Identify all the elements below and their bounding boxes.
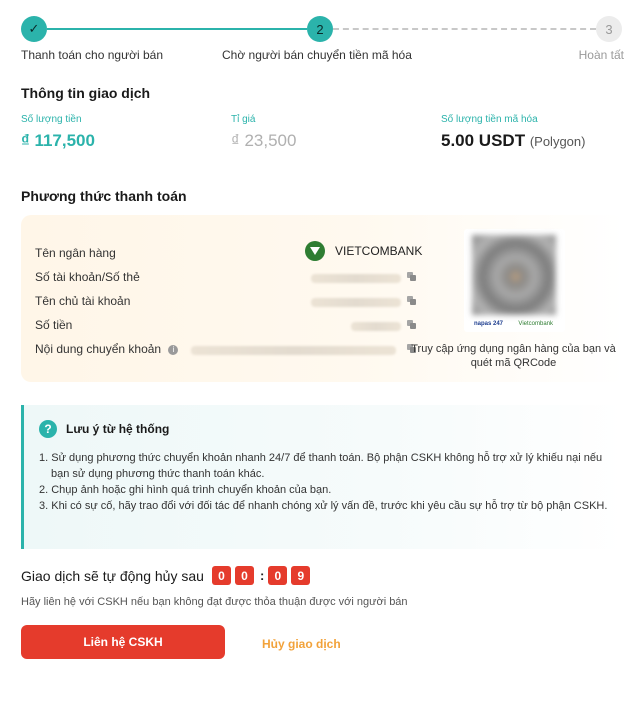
- step-1-check-icon: ✓: [21, 16, 47, 42]
- stepper-line-complete: [47, 28, 307, 30]
- copy-amount-icon[interactable]: [407, 320, 416, 329]
- transfer-content-value-redacted: [191, 346, 396, 355]
- contact-support-note: Hãy liên hệ với CSKH nếu bạn không đạt đ…: [21, 596, 408, 608]
- napas-logo: napas 247: [474, 321, 504, 327]
- account-holder-label: Tên chủ tài khoản: [35, 294, 131, 308]
- account-holder-value-redacted: [311, 298, 401, 307]
- notice-item: 2. Chụp ảnh hoặc ghi hình quá trình chuy…: [39, 484, 332, 496]
- rate-value: ₫ 23,500: [231, 131, 297, 150]
- account-number-value-redacted: [311, 274, 401, 283]
- countdown-separator: :: [259, 568, 265, 583]
- crypto-amount-label: Số lượng tiền mã hóa: [441, 114, 538, 125]
- vietcombank-mini-logo: Vietcombank: [518, 321, 553, 327]
- payment-qr-code: napas 247 Vietcombank: [464, 229, 565, 332]
- qr-code-image: [472, 235, 556, 315]
- step-2-label: Chờ người bán chuyển tiền mã hóa: [222, 48, 412, 62]
- notice-title: Lưu ý từ hệ thống: [66, 422, 170, 436]
- countdown-label: Giao dịch sẽ tự động hủy sau: [21, 567, 204, 584]
- account-number-label: Số tài khoản/Số thẻ: [35, 270, 140, 284]
- amount-block: Số lượng tiền ₫ 117,500: [21, 114, 95, 151]
- step-2-indicator: 2: [307, 16, 333, 42]
- payment-method-title: Phương thức thanh toán: [21, 188, 187, 204]
- progress-stepper: ✓ 2 3 Thanh toán cho người bán Chờ người…: [0, 14, 643, 66]
- notice-item: 3. Khi có sự cố, hãy trao đổi với đối tá…: [39, 500, 608, 512]
- cancel-transaction-link[interactable]: Hủy giao dịch: [262, 637, 341, 651]
- transfer-content-text: Nội dung chuyển khoản: [35, 342, 162, 356]
- notice-list: 1. Sử dụng phương thức chuyển khoản nhan…: [39, 450, 619, 514]
- transaction-info-title: Thông tin giao dịch: [21, 85, 151, 101]
- info-icon[interactable]: i: [168, 344, 179, 355]
- crypto-network: (Polygon): [529, 134, 586, 149]
- crypto-amount-block: Số lượng tiền mã hóa 5.00 USDT (Polygon): [441, 114, 585, 151]
- transfer-amount-label: Số tiền: [35, 318, 73, 332]
- amount-label: Số lượng tiền: [21, 114, 82, 125]
- contact-support-button[interactable]: Liên hệ CSKH: [21, 625, 225, 659]
- stepper-line-pending: [333, 28, 596, 30]
- bank-name-value: VIETCOMBANK: [335, 244, 423, 258]
- auto-cancel-countdown: Giao dịch sẽ tự động hủy sau 0 0 : 0 9: [21, 566, 314, 585]
- crypto-amount: 5.00 USDT: [441, 131, 526, 150]
- crypto-amount-value: 5.00 USDT (Polygon): [441, 131, 585, 151]
- bank-name: VIETCOMBANK: [305, 241, 422, 261]
- transfer-content-label: Nội dung chuyển khoản i: [35, 342, 179, 356]
- copy-account-holder-icon[interactable]: [407, 296, 416, 305]
- step-3-indicator: 3: [596, 16, 622, 42]
- bank-name-label: Tên ngân hàng: [35, 246, 116, 260]
- payment-details-card: Tên ngân hàng Số tài khoản/Số thẻ Tên ch…: [21, 215, 624, 382]
- step-1-label: Thanh toán cho người bán: [21, 48, 164, 62]
- system-notice: ? Lưu ý từ hệ thống 1. Sử dụng phương th…: [21, 405, 624, 549]
- question-icon: ?: [39, 420, 57, 438]
- step-3-label: Hoàn tất: [578, 48, 624, 62]
- countdown-digit: 0: [268, 566, 288, 585]
- vietcombank-logo: [305, 241, 325, 261]
- notice-header: ? Lưu ý từ hệ thống: [39, 420, 169, 438]
- countdown-digit: 0: [234, 566, 254, 585]
- amount-value: ₫ 117,500: [21, 131, 95, 150]
- copy-account-number-icon[interactable]: [407, 272, 416, 281]
- transfer-amount-value-redacted: [351, 322, 401, 331]
- qr-scan-hint: Truy cập ứng dụng ngân hàng của bạn và q…: [411, 343, 616, 369]
- countdown-digit: 0: [211, 566, 231, 585]
- notice-item: 1. Sử dụng phương thức chuyển khoản nhan…: [39, 452, 603, 480]
- rate-block: Tỉ giá ₫ 23,500: [231, 114, 296, 151]
- rate-label: Tỉ giá: [231, 114, 256, 125]
- countdown-digit: 9: [291, 566, 311, 585]
